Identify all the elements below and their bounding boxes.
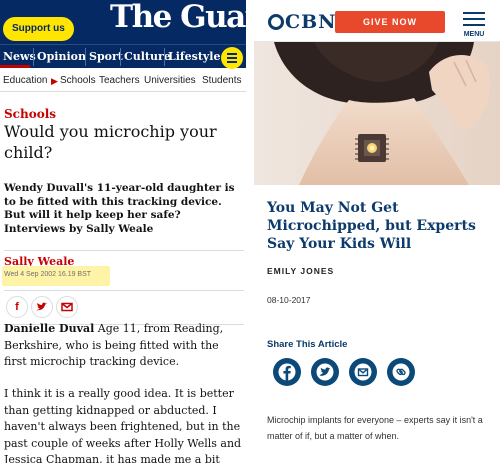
cbn-eye-icon xyxy=(268,14,284,30)
article-standfirst: Wendy Duvall's 11-year-old daughter is t… xyxy=(4,182,235,235)
nav-lifestyle[interactable]: Lifestyle xyxy=(168,45,221,69)
subnav-teachers[interactable]: Teachers xyxy=(99,70,140,92)
article-section-label[interactable]: Schools xyxy=(4,107,56,121)
facebook-icon[interactable]: f xyxy=(6,296,28,318)
facebook-icon[interactable] xyxy=(273,358,301,386)
article-author[interactable]: EMILY JONES xyxy=(267,266,334,276)
twitter-icon[interactable] xyxy=(311,358,339,386)
article-paragraph: I think it is a really good idea. It is … xyxy=(4,387,242,463)
nav-opinion[interactable]: Opinion xyxy=(37,45,86,69)
subnav-schools[interactable]: Schools xyxy=(60,70,96,92)
article-paragraph: Danielle Duval Age 11, from Reading, Ber… xyxy=(4,322,224,368)
nav-separator xyxy=(164,48,165,66)
nav-separator xyxy=(33,48,34,66)
guardian-sub-nav: Education ▶ Schools Teachers Universitie… xyxy=(0,70,246,92)
nav-news-active-indicator xyxy=(0,65,30,68)
subnav-education[interactable]: Education xyxy=(3,70,47,92)
nav-separator xyxy=(85,48,86,66)
article-hero-image xyxy=(254,42,500,185)
menu-icon[interactable] xyxy=(221,47,243,69)
hamburger-menu-icon[interactable]: MENU xyxy=(459,10,489,38)
nav-separator xyxy=(120,48,121,66)
article-date: 08-10-2017 xyxy=(267,295,311,305)
cbn-header: CBN GIVE NOW MENU xyxy=(254,0,500,42)
article-title: You May Not Get Microchipped, but Expert… xyxy=(267,200,476,252)
divider xyxy=(4,290,244,291)
link-icon[interactable] xyxy=(387,358,415,386)
divider xyxy=(4,250,244,251)
guardian-header: Support us The Guardian xyxy=(0,0,246,44)
share-label: Share This Article xyxy=(267,339,348,350)
subnav-universities[interactable]: Universities xyxy=(144,70,196,92)
nav-sport[interactable]: Sport xyxy=(89,45,123,69)
cbn-article-panel: CBN GIVE NOW MENU You May Not Get Microc… xyxy=(254,0,500,463)
crumb-arrow-icon: ▶ xyxy=(51,76,58,86)
article-body: Microchip implants for everyone – expert… xyxy=(267,415,483,441)
article-date: Wed 4 Sep 2002 16.19 BST xyxy=(4,271,92,278)
guardian-article-panel: Support us The Guardian News Opinion Spo… xyxy=(0,0,246,463)
menu-label: MENU xyxy=(463,31,485,38)
cbn-logo[interactable]: CBN xyxy=(268,11,337,33)
article-headline: Would you microchip your child? xyxy=(4,122,217,162)
twitter-icon[interactable] xyxy=(31,296,53,318)
email-icon[interactable] xyxy=(56,296,78,318)
panel-divider xyxy=(246,0,254,463)
email-icon[interactable] xyxy=(349,358,377,386)
interviewee-name: Danielle Duval xyxy=(4,322,95,335)
support-us-button[interactable]: Support us xyxy=(3,17,74,41)
guardian-primary-nav: News Opinion Sport Culture Lifestyle xyxy=(0,44,246,68)
subnav-students[interactable]: Students xyxy=(202,70,241,92)
give-now-button[interactable]: GIVE NOW xyxy=(335,11,445,33)
guardian-logo[interactable]: The Guardian xyxy=(110,0,246,42)
